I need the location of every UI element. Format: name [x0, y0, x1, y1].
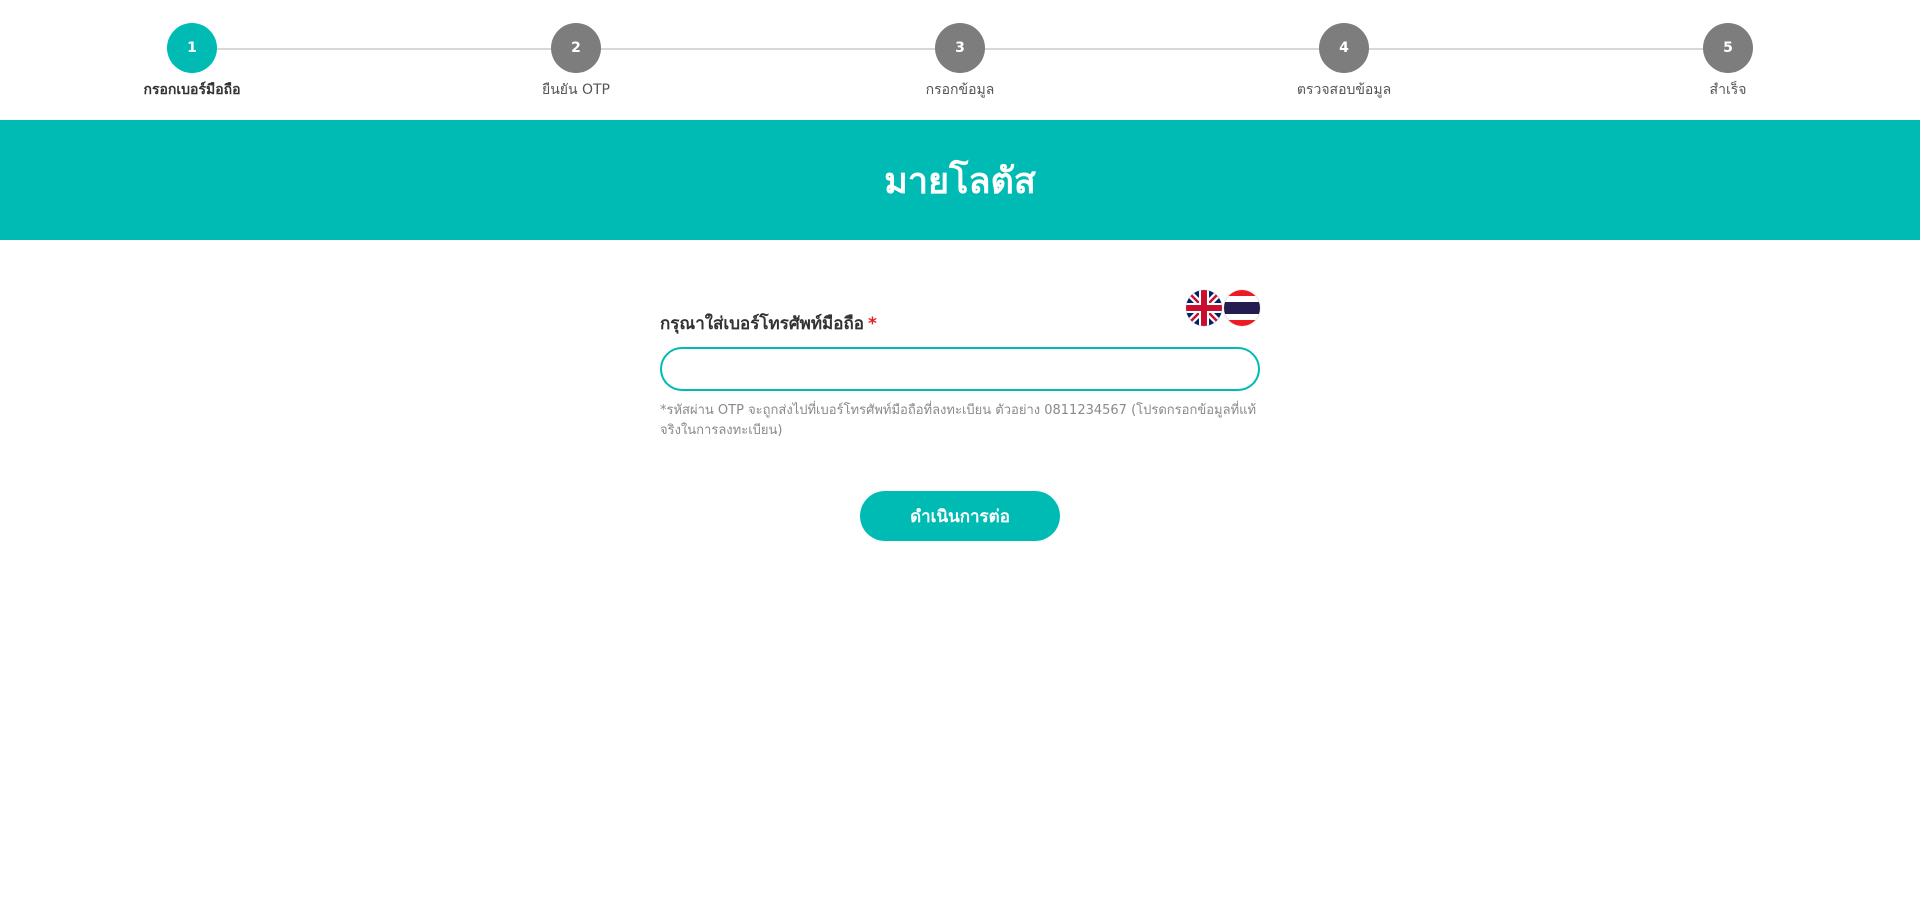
step-4: 4 ตรวจสอบข้อมูล — [1244, 23, 1444, 101]
step-4-circle: 4 — [1319, 23, 1369, 73]
brand-banner: มายโลตัส — [0, 120, 1920, 240]
step-3: 3 กรอกข้อมูล — [860, 23, 1060, 101]
step-4-label: ตรวจสอบข้อมูล — [1296, 82, 1392, 98]
thai-flag-icon[interactable] — [1224, 290, 1260, 326]
step-3-circle: 3 — [935, 23, 985, 73]
submit-container: ดำเนินการต่อ — [660, 491, 1260, 541]
otp-hint-text: *รหัสผ่าน OTP จะถูกส่งไปที่เบอร์โทรศัพท์… — [660, 403, 1257, 438]
phone-number-input[interactable] — [660, 347, 1260, 391]
phone-label-text: กรุณาใส่เบอร์โทรศัพท์มือถือ — [660, 314, 864, 334]
step-2: 2 ยืนยัน OTP — [476, 23, 676, 101]
phone-form: กรุณาใส่เบอร์โทรศัพท์มือถือ * *รหัสผ่าน O… — [660, 240, 1260, 541]
continue-button[interactable]: ดำเนินการต่อ — [860, 491, 1060, 541]
step-5-label: สำเร็จ — [1709, 82, 1747, 98]
english-flag-icon[interactable] — [1186, 290, 1222, 326]
step-1-label: กรอกเบอร์มือถือ — [143, 82, 241, 98]
phone-field-label: กรุณาใส่เบอร์โทรศัพท์มือถือ * — [660, 310, 1260, 337]
step-1: 1 กรอกเบอร์มือถือ — [92, 23, 292, 101]
step-5: 5 สำเร็จ — [1628, 23, 1828, 101]
step-2-label: ยืนยัน OTP — [541, 82, 610, 98]
step-5-circle: 5 — [1703, 23, 1753, 73]
step-2-circle: 2 — [551, 23, 601, 73]
required-mark: * — [867, 314, 877, 334]
step-1-circle: 1 — [167, 23, 217, 73]
progress-stepper: 1 กรอกเบอร์มือถือ 2 ยืนยัน OTP 3 กรอกข้อ… — [0, 0, 1920, 120]
step-3-label: กรอกข้อมูล — [925, 82, 995, 98]
language-switcher — [1186, 290, 1260, 326]
page-title: มายโลตัส — [884, 160, 1036, 202]
